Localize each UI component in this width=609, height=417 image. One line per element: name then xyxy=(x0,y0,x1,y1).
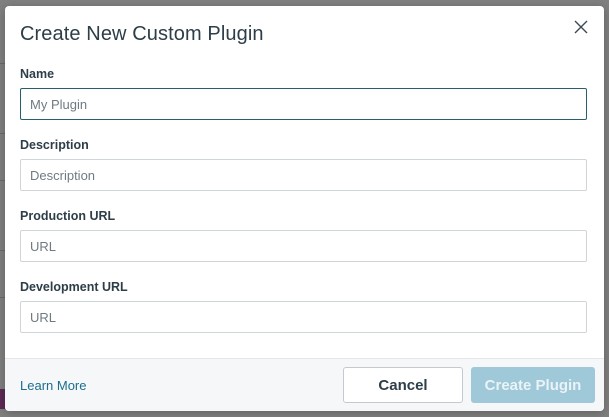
production-url-label: Production URL xyxy=(20,209,116,223)
cancel-button[interactable]: Cancel xyxy=(343,367,463,403)
create-plugin-button[interactable]: Create Plugin xyxy=(471,367,595,403)
create-plugin-modal: Create New Custom Plugin Name Descriptio… xyxy=(5,6,604,411)
development-url-input[interactable] xyxy=(20,301,587,333)
production-url-input[interactable] xyxy=(20,230,587,262)
learn-more-link[interactable]: Learn More xyxy=(20,378,86,393)
description-label: Description xyxy=(20,138,89,152)
name-label: Name xyxy=(20,67,55,81)
modal-footer: Learn More Cancel Create Plugin xyxy=(5,358,604,411)
name-input[interactable] xyxy=(20,88,587,120)
close-button[interactable] xyxy=(570,16,592,38)
description-input[interactable] xyxy=(20,159,587,191)
development-url-label: Development URL xyxy=(20,280,128,294)
close-icon xyxy=(574,20,588,34)
modal-title: Create New Custom Plugin xyxy=(20,23,264,45)
